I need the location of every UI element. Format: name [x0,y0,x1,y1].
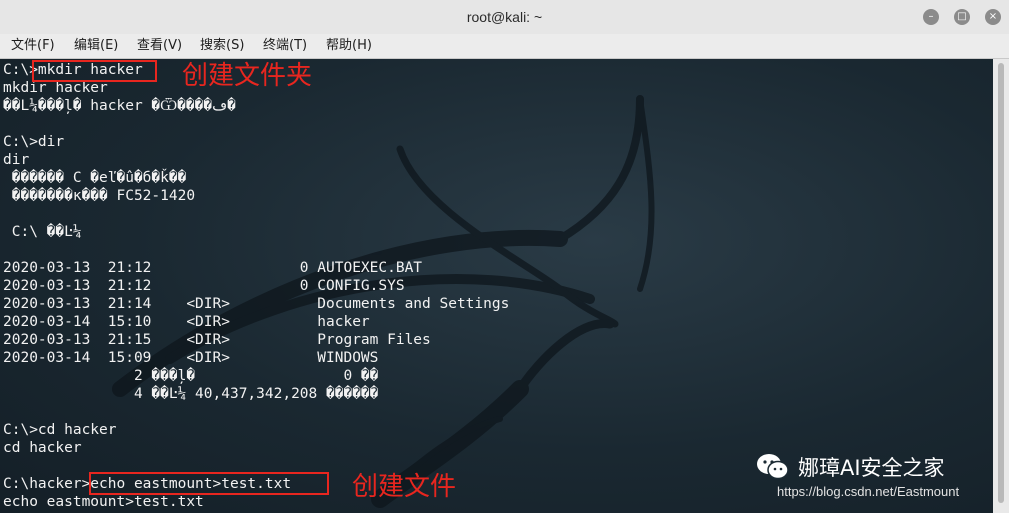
maximize-button[interactable]: □ [954,9,970,25]
terminal-line: 2 ���ļ� 0 �� [3,368,379,384]
minimize-button[interactable]: – [923,9,939,25]
watermark-account: 娜璋AI安全之家 [798,456,945,480]
menu-view[interactable]: 查看(V) [137,34,182,58]
terminal-line: dir [3,152,30,168]
echo-annotation: 创建文件 [352,472,457,502]
terminal-line: �������к��� FC52-1420 [3,188,196,204]
watermark-url: https://blog.csdn.net/Eastmount [777,484,960,499]
mkdir-annotation: 创建文件夹 [182,61,313,91]
menu-file[interactable]: 文件(F) [11,34,55,58]
terminal-line: 2020-03-13 21:12 0 CONFIG.SYS [3,278,405,294]
terminal-line: C:\>cd hacker [3,422,117,438]
terminal-line: 2020-03-14 15:09 <DIR> WINDOWS [3,350,379,366]
terminal-line: 2020-03-13 21:14 <DIR> Documents and Set… [3,296,510,312]
echo-highlight-box [89,472,329,495]
terminal-line: 2020-03-13 21:15 <DIR> Program Files [3,332,431,348]
terminal-scrollbar[interactable] [993,59,1009,513]
watermark: 娜璋AI安全之家 [756,449,945,485]
terminal-line: ������ C �еľ�û�б�ǩ�� [3,170,187,186]
terminal-line: 2020-03-14 15:10 <DIR> hacker [3,314,370,330]
close-button[interactable]: × [985,9,1001,25]
mkdir-highlight-box [32,60,157,82]
terminal-line: 2020-03-13 21:12 0 AUTOEXEC.BAT [3,260,423,276]
window-title: root@kali: ~ [466,9,543,25]
terminal-line: C:\>dir [3,134,65,150]
wechat-icon [757,454,789,480]
menu-bar: 文件(F) 编辑(E) 查看(V) 搜索(S) 终端(T) 帮助(H) [0,34,1009,59]
menu-edit[interactable]: 编辑(E) [74,34,118,58]
terminal-line: ��L¼���ļ� hacker �Ѿ����ڡ� [3,98,236,114]
menu-search[interactable]: 搜索(S) [200,34,244,58]
terminal-line: C:\ ��Ŀ¼ [3,224,82,240]
terminal-line: echo eastmount>test.txt [3,494,204,510]
title-bar: root@kali: ~ – □ × [0,0,1009,35]
menu-terminal[interactable]: 终端(T) [263,34,307,58]
menu-help[interactable]: 帮助(H) [326,34,372,58]
scrollbar-thumb[interactable] [998,63,1004,503]
terminal-line: cd hacker [3,440,82,456]
terminal-line: 4 ��Ŀ¼ 40,437,342,208 ������ [3,386,379,402]
